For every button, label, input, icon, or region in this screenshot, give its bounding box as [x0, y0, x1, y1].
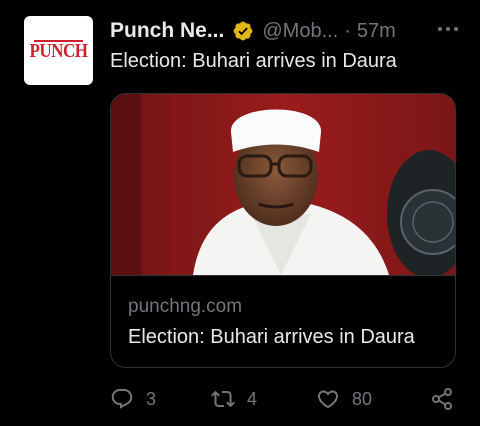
avatar[interactable]: PUNCH [24, 16, 93, 85]
share-icon [432, 388, 452, 410]
reply-count: 3 [146, 388, 157, 409]
tweet-header: Punch Ne... @Mob... · 57m [110, 16, 460, 46]
card-image [111, 94, 455, 275]
separator-dot: · [344, 19, 351, 42]
retweet-count: 4 [247, 388, 258, 409]
verified-badge-icon [233, 21, 253, 41]
heart-icon [317, 390, 339, 409]
retweet-icon [211, 390, 235, 408]
share-button[interactable] [430, 386, 454, 412]
user-handle[interactable]: @Mob... [262, 20, 338, 43]
card-title[interactable]: Election: Buhari arrives in Daura [128, 326, 415, 349]
tweet-actions: 3 4 80 [110, 386, 460, 412]
more-options-icon[interactable] [436, 22, 460, 36]
like-count: 80 [352, 388, 373, 409]
retweet-button[interactable]: 4 [211, 386, 257, 412]
like-button[interactable]: 80 [316, 386, 372, 412]
card-meta: punchng.com Election: Buhari arrives in … [111, 275, 455, 367]
punch-logo: PUNCH [29, 39, 88, 61]
card-domain: punchng.com [128, 296, 243, 317]
reply-icon [111, 389, 133, 409]
tweet-text: Election: Buhari arrives in Daura [110, 50, 397, 72]
display-name[interactable]: Punch Ne... [110, 19, 224, 43]
timestamp[interactable]: 57m [357, 20, 396, 43]
tweet[interactable]: PUNCH Punch Ne... @Mob... · 57m Election… [0, 0, 480, 426]
reply-button[interactable]: 3 [110, 386, 156, 412]
link-card[interactable]: punchng.com Election: Buhari arrives in … [110, 93, 456, 368]
